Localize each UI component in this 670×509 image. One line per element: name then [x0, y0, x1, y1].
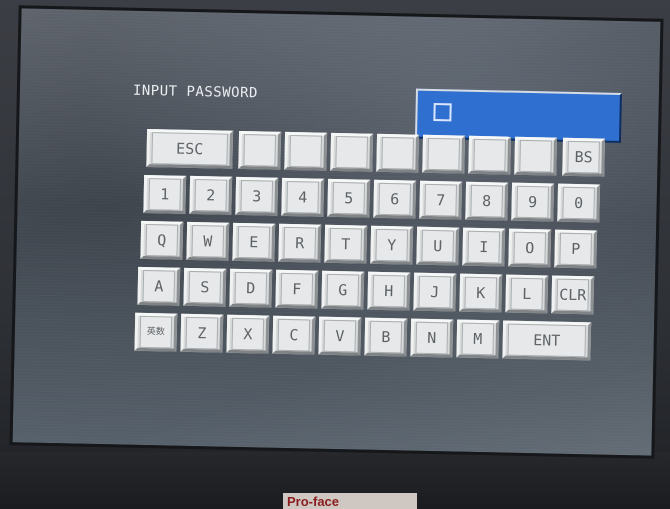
key-k[interactable]: K	[459, 273, 503, 313]
key-t[interactable]: T	[324, 224, 368, 264]
key-l[interactable]: L	[505, 274, 549, 314]
blank-key-6[interactable]	[468, 135, 512, 175]
photo-frame: Pro-face INPUT PASSWORD ESC BS 1 2 3 4 5…	[0, 0, 670, 509]
key-m[interactable]: M	[456, 319, 500, 359]
key-6[interactable]: 6	[373, 179, 417, 219]
key-3[interactable]: 3	[235, 176, 279, 216]
key-2[interactable]: 2	[189, 175, 233, 215]
hmi-screen: INPUT PASSWORD ESC BS 1 2 3 4 5 6 7 8 9 …	[9, 5, 664, 459]
keypad: ESC BS 1 2 3 4 5 6 7 8 9 0 Q W E R T Y U…	[126, 129, 609, 369]
password-prompt: INPUT PASSWORD	[132, 82, 259, 102]
blank-key-1[interactable]	[238, 130, 282, 170]
key-v[interactable]: V	[318, 316, 362, 356]
blank-key-7[interactable]	[514, 136, 558, 176]
key-h[interactable]: H	[367, 271, 411, 311]
key-s[interactable]: S	[183, 267, 227, 307]
key-5[interactable]: 5	[327, 178, 371, 218]
key-q[interactable]: Q	[140, 220, 184, 260]
enter-key[interactable]: ENT	[502, 320, 592, 361]
key-n[interactable]: N	[410, 318, 454, 358]
key-b[interactable]: B	[364, 317, 408, 357]
key-g[interactable]: G	[321, 270, 365, 310]
key-c[interactable]: C	[272, 315, 316, 355]
key-u[interactable]: U	[416, 226, 460, 266]
key-7[interactable]: 7	[419, 180, 463, 220]
key-r[interactable]: R	[278, 223, 322, 263]
key-4[interactable]: 4	[281, 177, 325, 217]
key-f[interactable]: F	[275, 269, 319, 309]
blank-key-2[interactable]	[284, 131, 328, 171]
key-x[interactable]: X	[226, 314, 270, 354]
key-1[interactable]: 1	[143, 174, 187, 214]
key-d[interactable]: D	[229, 268, 273, 308]
blank-key-3[interactable]	[330, 132, 374, 172]
key-8[interactable]: 8	[465, 181, 509, 221]
key-y[interactable]: Y	[370, 225, 414, 265]
key-a[interactable]: A	[137, 266, 181, 306]
esc-key[interactable]: ESC	[146, 129, 234, 169]
key-9[interactable]: 9	[511, 182, 555, 222]
key-p[interactable]: P	[554, 229, 598, 269]
key-o[interactable]: O	[508, 228, 552, 268]
key-z[interactable]: Z	[180, 313, 224, 353]
key-i[interactable]: I	[462, 227, 506, 267]
alphanumeric-mode-key[interactable]: 英数	[134, 312, 178, 352]
clear-key[interactable]: CLR	[551, 275, 595, 315]
key-0[interactable]: 0	[557, 183, 601, 223]
brand-label: Pro-face	[283, 493, 417, 509]
blank-key-5[interactable]	[422, 134, 466, 174]
key-e[interactable]: E	[232, 222, 276, 262]
blank-key-4[interactable]	[376, 133, 420, 173]
backspace-key[interactable]: BS	[562, 137, 606, 177]
key-j[interactable]: J	[413, 272, 457, 312]
key-w[interactable]: W	[186, 221, 230, 261]
text-cursor-box	[433, 103, 452, 122]
